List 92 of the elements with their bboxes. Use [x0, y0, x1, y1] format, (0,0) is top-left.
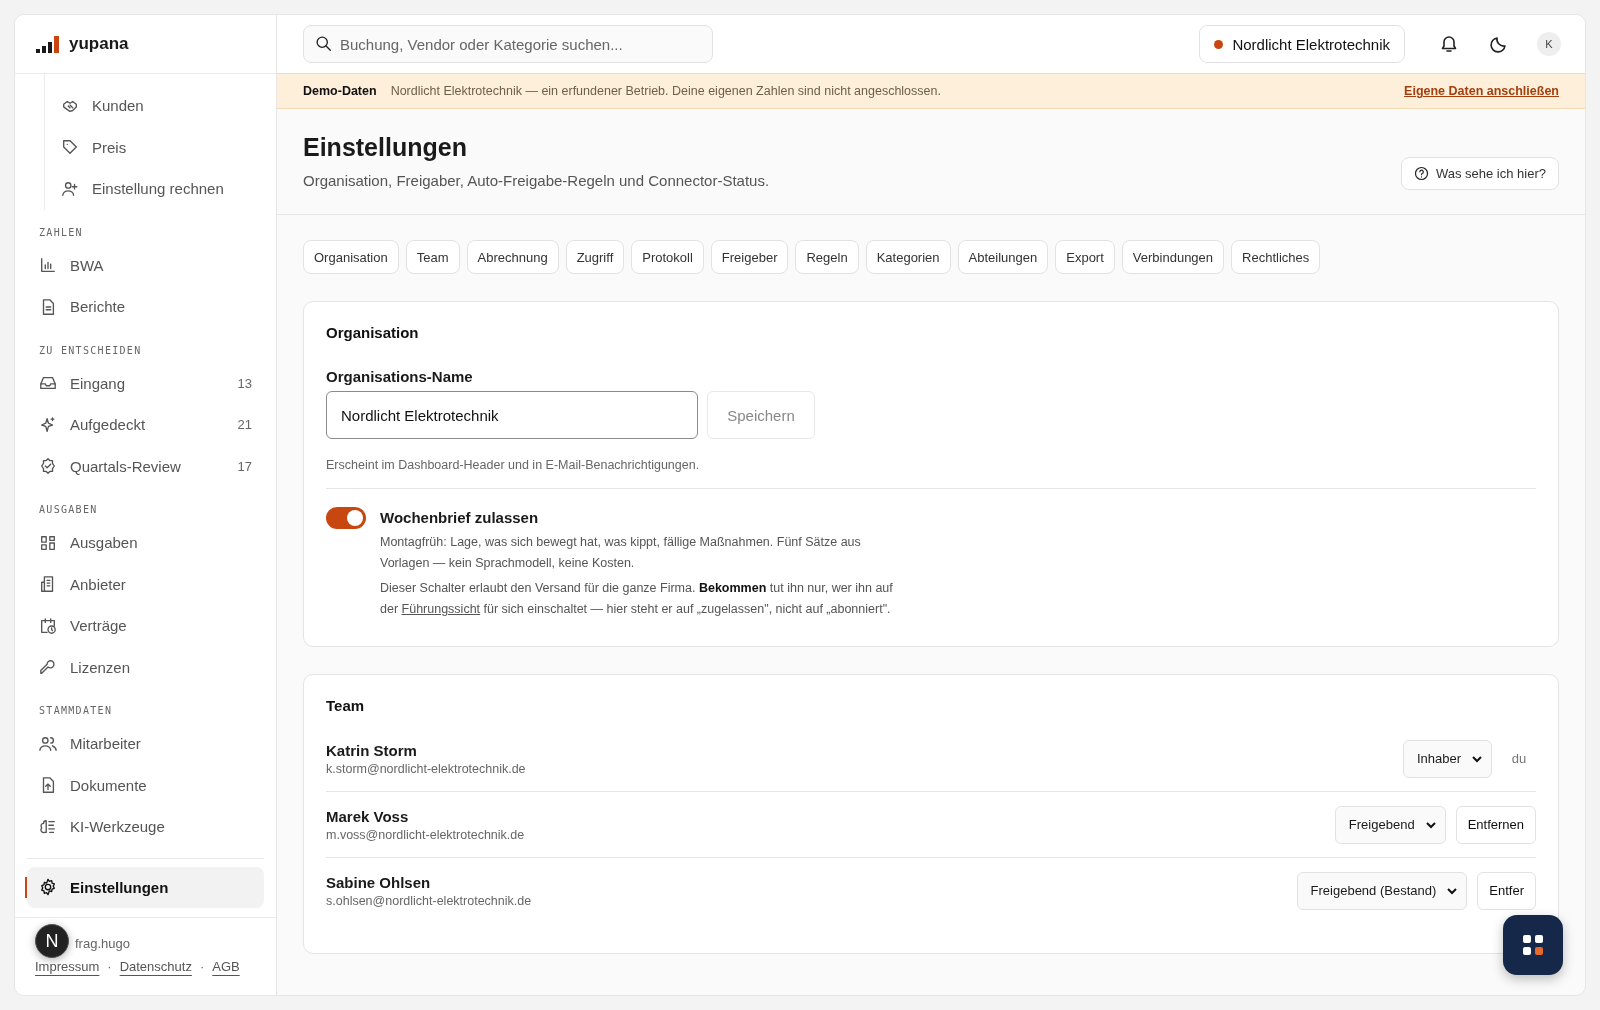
sidebar-item[interactable]: Lizenzen: [27, 646, 264, 688]
footer-link[interactable]: AGB: [212, 959, 240, 974]
sidebar-item[interactable]: Mitarbeiter: [27, 723, 264, 765]
role-select[interactable]: Inhaber: [1402, 739, 1492, 778]
page-title: Einstellungen: [303, 132, 468, 162]
member-name: Katrin Storm: [326, 741, 418, 759]
sidebar-item[interactable]: Quartals-Review 17: [27, 445, 264, 487]
remove-button[interactable]: Entfer: [1477, 871, 1536, 910]
section-heading: ZU ENTSCHEIDEN: [38, 343, 143, 358]
field-label: Organisations-Name: [326, 368, 474, 385]
sidebar-item[interactable]: Aufgedeckt 21: [27, 404, 264, 446]
role-select[interactable]: Freigebend (Bestand): [1296, 871, 1468, 910]
apps-button[interactable]: [1503, 915, 1563, 975]
settings-tab[interactable]: Kategorien: [865, 240, 951, 274]
user-plus-icon: [61, 179, 79, 198]
card-title: Team: [326, 697, 366, 714]
search-icon: [315, 35, 332, 52]
member-name: Sabine Ohlsen: [326, 873, 432, 891]
sidebar-item[interactable]: Dokumente: [27, 764, 264, 806]
page-subtitle: Organisation, Freigaber, Auto-Freigabe-Regeln und Connector-Status.: [303, 171, 770, 189]
sidebar-item[interactable]: KI-Werkzeuge: [27, 806, 264, 848]
user-avatar[interactable]: K: [1537, 32, 1561, 56]
banner-label: Demo-Daten: [303, 84, 377, 98]
separator-dot: ·: [107, 959, 112, 974]
toggle-label: Wochenbrief zulassen: [380, 509, 540, 526]
item-count: 13: [237, 375, 252, 391]
sparkle-icon: [39, 415, 57, 434]
role-select[interactable]: Freigebend: [1334, 805, 1446, 844]
sidebar-item[interactable]: Eingang 13: [27, 362, 264, 404]
item-count: 21: [237, 417, 252, 433]
leadership-view-link[interactable]: Führungssicht: [401, 602, 481, 616]
member-email: s.ohlsen@nordlicht-elektrotechnik.de: [326, 893, 533, 908]
bell-icon[interactable]: [1439, 34, 1459, 54]
remove-button[interactable]: Entfernen: [1455, 805, 1536, 844]
settings-tab[interactable]: Abteilungen: [957, 240, 1049, 274]
search-field[interactable]: Buchung, Vendor oder Kategorie suchen...: [303, 25, 713, 63]
sidebar-item[interactable]: Einstellungen: [27, 866, 264, 908]
settings-tab[interactable]: Export: [1055, 240, 1115, 274]
moon-icon[interactable]: [1489, 34, 1509, 54]
section-heading: ZAHLEN: [38, 225, 84, 240]
settings-tab[interactable]: Regeln: [795, 240, 859, 274]
section-heading: STAMMDATEN: [38, 704, 114, 718]
member-email: m.voss@nordlicht-elektrotechnik.de: [326, 827, 526, 842]
status-dot-icon: [1214, 39, 1224, 49]
card-title: Organisation: [326, 324, 420, 341]
separator-dot: ·: [199, 959, 205, 974]
settings-tab[interactable]: Team: [405, 240, 460, 274]
footer-handle: frag.hugo: [75, 936, 131, 951]
sidebar-item[interactable]: Preis: [45, 126, 264, 168]
toggle-switch[interactable]: [326, 507, 366, 529]
settings-tab[interactable]: Abrechnung: [466, 240, 559, 274]
sidebar-item[interactable]: Berichte: [27, 286, 264, 328]
gear-icon: [39, 878, 57, 897]
sidebar-item[interactable]: Anbieter: [27, 563, 264, 605]
question-icon: [1413, 166, 1429, 181]
sidebar-item[interactable]: Kunden: [45, 85, 264, 127]
sidebar-item[interactable]: Ausgaben: [27, 522, 264, 564]
grid-icon: [1522, 934, 1544, 956]
sidebar-item[interactable]: Verträge: [27, 605, 264, 647]
footer-link[interactable]: Impressum: [35, 959, 100, 974]
calendar-icon: [39, 616, 57, 635]
badge-icon: [39, 457, 57, 476]
grid-icon: [39, 533, 57, 552]
help-button[interactable]: Was sehe ich hier?: [1400, 157, 1559, 190]
toggle-note: Dieser Schalter erlaubt den Versand für die ganze Firma. Bekommen tut ihn nur, wer ihn auf der Führungssicht für sich einschaltet — hier steht er auf „zugelassen", nicht auf „abonniert".: [380, 580, 894, 618]
settings-tab[interactable]: Zugriff: [565, 240, 625, 274]
toggle-description: Montagfrüh: Lage, was sich bewegt hat, was kippt, fällige Maßnahmen. Fünf Sätze aus Vorlagen — kein Sprachmodell, keine Kosten.: [380, 534, 862, 572]
key-icon: [39, 658, 57, 677]
logo-text: yupana: [69, 34, 129, 54]
member-name: Marek Voss: [326, 807, 410, 825]
section-heading: AUSGABEN: [38, 503, 99, 517]
chart-icon: [39, 256, 57, 275]
sidebar-item[interactable]: BWA: [27, 244, 264, 286]
connect-data-link[interactable]: Eigene Daten anschließen: [1404, 84, 1559, 98]
company-switcher[interactable]: Nordlicht Elektrotechnik: [1199, 25, 1405, 63]
tag-icon: [61, 138, 79, 157]
organisation-name-field[interactable]: Nordlicht Elektrotechnik: [326, 391, 698, 439]
settings-tab[interactable]: Protokoll: [631, 240, 704, 274]
settings-tab[interactable]: Freigeber: [710, 240, 789, 274]
users-icon: [39, 734, 57, 753]
field-hint: Erscheint im Dashboard-Header und in E-Mail-Benachrichtigungen.: [326, 458, 701, 472]
sidebar-item[interactable]: Einstellung rechnen: [45, 168, 264, 210]
footer-link[interactable]: Datenschutz: [119, 959, 192, 974]
self-marker: du: [1510, 751, 1528, 766]
dev-badge[interactable]: N: [35, 924, 69, 958]
settings-tab[interactable]: Rechtliches: [1231, 240, 1321, 274]
logo-icon: [36, 35, 60, 53]
settings-tab[interactable]: Organisation: [303, 240, 399, 274]
settings-tab[interactable]: Verbindungen: [1121, 240, 1225, 274]
member-email: k.storm@nordlicht-elektrotechnik.de: [326, 761, 527, 776]
banner-text: Nordlicht Elektrotechnik — ein erfundener Betrieb. Deine eigenen Zahlen sind nicht angeschlossen.: [390, 84, 941, 98]
item-count: 17: [237, 458, 252, 474]
